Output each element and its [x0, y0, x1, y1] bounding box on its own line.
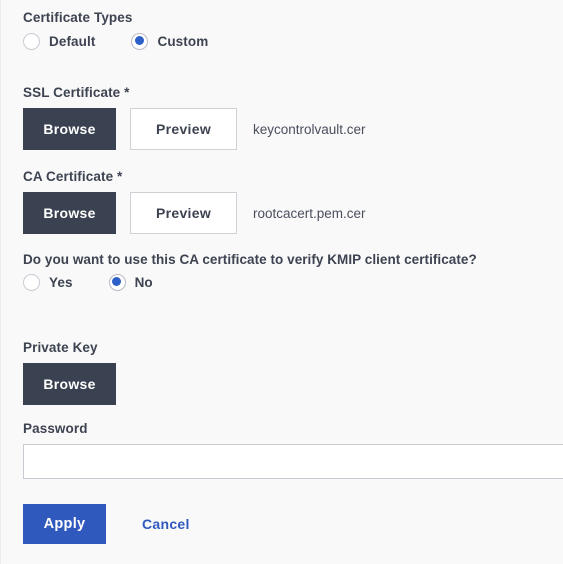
radio-no-label: No [134, 275, 153, 290]
ssl-certificate-required-marker: * [124, 85, 130, 100]
ssl-browse-button[interactable]: Browse [23, 108, 116, 150]
radio-option-no[interactable]: No [108, 274, 153, 291]
actions-row: Apply Cancel [23, 504, 190, 544]
ca-browse-button[interactable]: Browse [23, 192, 116, 234]
ca-certificate-controls: Browse Preview rootcacert.pem.cer [23, 192, 366, 234]
ca-preview-button[interactable]: Preview [130, 192, 237, 234]
cancel-button[interactable]: Cancel [142, 516, 190, 532]
radio-yes-icon[interactable] [23, 274, 40, 291]
ssl-certificate-section: SSL Certificate * Browse Preview keycont… [23, 84, 366, 150]
certificate-settings-panel: Certificate Types Default Custom SSL Cer… [0, 0, 563, 564]
private-key-label: Private Key [23, 340, 98, 355]
radio-option-default[interactable]: Default [23, 33, 95, 50]
radio-custom-label: Custom [157, 34, 209, 49]
ssl-preview-button[interactable]: Preview [130, 108, 237, 150]
kmip-verify-radio-group: Yes No [23, 274, 477, 291]
ssl-certificate-file-name: keycontrolvault.cer [253, 121, 366, 137]
private-key-controls: Browse [23, 363, 116, 405]
radio-custom-icon[interactable] [131, 33, 149, 50]
ssl-certificate-label-text: SSL Certificate [23, 85, 121, 100]
ca-certificate-label-text: CA Certificate [23, 169, 114, 184]
certificate-types-label: Certificate Types [23, 10, 133, 25]
ca-certificate-file-name: rootcacert.pem.cer [253, 205, 366, 221]
radio-option-custom[interactable]: Custom [131, 33, 208, 50]
radio-default-label: Default [49, 34, 96, 49]
password-section: Password [23, 420, 563, 479]
ssl-certificate-label: SSL Certificate * [23, 84, 366, 101]
ca-certificate-section: CA Certificate * Browse Preview rootcace… [23, 168, 366, 234]
ca-certificate-label: CA Certificate * [23, 168, 366, 185]
private-key-browse-button[interactable]: Browse [23, 363, 116, 405]
kmip-verify-question: Do you want to use this CA certificate t… [23, 252, 477, 267]
password-input[interactable] [23, 444, 563, 479]
ca-certificate-required-marker: * [117, 169, 123, 184]
radio-no-icon[interactable] [108, 274, 126, 291]
kmip-verify-section: Do you want to use this CA certificate t… [23, 252, 477, 291]
ssl-certificate-controls: Browse Preview keycontrolvault.cer [23, 108, 366, 150]
form-actions: Apply Cancel [23, 504, 190, 544]
certificate-types-radio-group: Default Custom [23, 33, 208, 50]
password-label: Password [23, 421, 88, 436]
private-key-section: Private Key Browse [23, 339, 116, 405]
apply-button[interactable]: Apply [23, 504, 106, 544]
radio-option-yes[interactable]: Yes [23, 274, 73, 291]
radio-yes-label: Yes [49, 275, 73, 290]
certificate-types-section: Certificate Types Default Custom [23, 9, 208, 50]
radio-default-icon[interactable] [23, 33, 40, 50]
